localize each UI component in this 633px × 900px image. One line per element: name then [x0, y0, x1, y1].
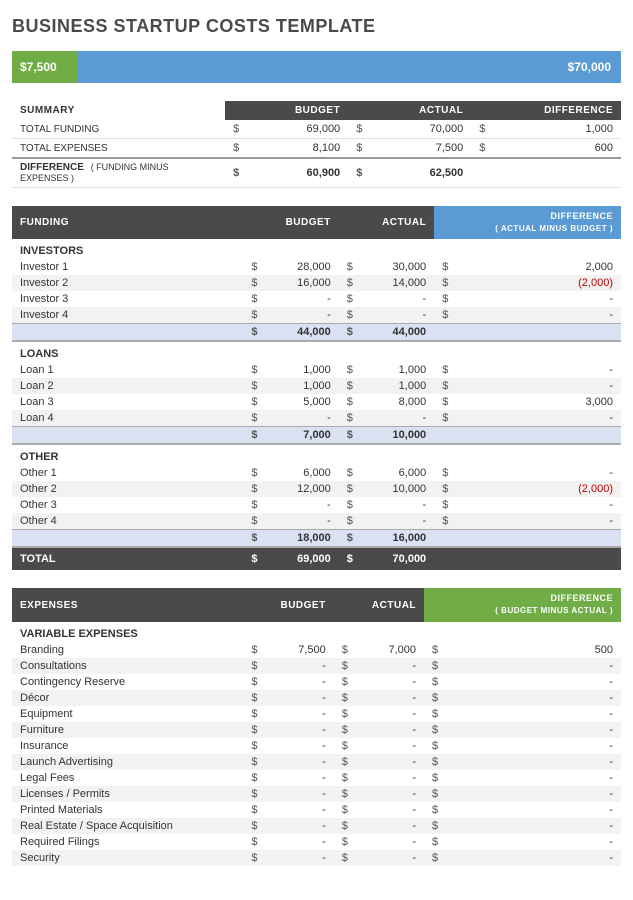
summary-budget-col: BUDGET	[225, 101, 348, 120]
table-row: Other 2 $ 12,000 $ 10,000 $ (2,000)	[12, 481, 621, 497]
table-row: Other 4 $ - $ - $ -	[12, 513, 621, 530]
funding-col-budget: BUDGET	[243, 206, 338, 239]
progress-bar-fill: $7,500	[12, 51, 77, 83]
table-row: Décor $ - $ - $ -	[12, 690, 621, 706]
expenses-col-actual: ACTUAL	[334, 588, 424, 621]
summary-section: SUMMARY BUDGET ACTUAL DIFFERENCE TOTAL F…	[12, 101, 621, 188]
table-row: Real Estate / Space Acquisition $ - $ - …	[12, 818, 621, 834]
expenses-actual: 7,500	[370, 139, 471, 159]
subtotal-row: $ 18,000 $ 16,000	[12, 530, 621, 548]
summary-header: SUMMARY	[20, 105, 75, 116]
summary-actual-col: ACTUAL	[348, 101, 471, 120]
expenses-budget: 8,100	[247, 139, 348, 159]
funding-col-label: FUNDING	[12, 206, 243, 239]
table-row: Investor 2 $ 16,000 $ 14,000 $ (2,000)	[12, 275, 621, 291]
table-row: Other 3 $ - $ - $ -	[12, 497, 621, 513]
summary-row-funding: TOTAL FUNDING $ 69,000 $ 70,000 $ 1,000	[12, 120, 621, 139]
funding-actual: 70,000	[370, 120, 471, 139]
funding-col-diff: DIFFERENCE ( ACTUAL MINUS BUDGET )	[434, 206, 621, 239]
table-row: Equipment $ - $ - $ -	[12, 706, 621, 722]
summary-difference-row: DIFFERENCE ( FUNDING MINUS EXPENSES ) $ …	[12, 158, 621, 188]
diff-budget: 60,900	[247, 158, 348, 188]
diff-actual: 62,500	[370, 158, 471, 188]
funding-label: TOTAL FUNDING	[12, 120, 225, 139]
table-row: Branding $ 7,500 $ 7,000 $ 500	[12, 642, 621, 658]
diff-label: DIFFERENCE	[20, 162, 84, 173]
funding-budget: 69,000	[247, 120, 348, 139]
table-row: Insurance $ - $ - $ -	[12, 738, 621, 754]
table-row: Furniture $ - $ - $ -	[12, 722, 621, 738]
table-row: Loan 2 $ 1,000 $ 1,000 $ -	[12, 378, 621, 394]
table-row: Legal Fees $ - $ - $ -	[12, 770, 621, 786]
funding-col-actual: ACTUAL	[339, 206, 434, 239]
summary-row-expenses: TOTAL EXPENSES $ 8,100 $ 7,500 $ 600	[12, 139, 621, 159]
expenses-col-diff: DIFFERENCE ( BUDGET MINUS ACTUAL )	[424, 588, 621, 621]
funding-table: FUNDING BUDGET ACTUAL DIFFERENCE ( ACTUA…	[12, 206, 621, 570]
table-row: Contingency Reserve $ - $ - $ -	[12, 674, 621, 690]
expenses-table: EXPENSES BUDGET ACTUAL DIFFERENCE ( BUDG…	[12, 588, 621, 865]
progress-actual-label: $7,500	[20, 60, 57, 74]
expenses-col-label: EXPENSES	[12, 588, 243, 621]
table-row: Investor 1 $ 28,000 $ 30,000 $ 2,000	[12, 259, 621, 275]
table-row: Loan 3 $ 5,000 $ 8,000 $ 3,000	[12, 394, 621, 410]
subtotal-row: $ 7,000 $ 10,000	[12, 427, 621, 445]
table-row: Printed Materials $ - $ - $ -	[12, 802, 621, 818]
table-row: Loan 4 $ - $ - $ -	[12, 410, 621, 427]
table-row: Security $ - $ - $ -	[12, 850, 621, 866]
subtotal-row: $ 44,000 $ 44,000	[12, 324, 621, 342]
page-title: BUSINESS STARTUP COSTS TEMPLATE	[12, 16, 621, 37]
funding-total-row: TOTAL $ 69,000 $ 70,000	[12, 547, 621, 570]
table-row: Consultations $ - $ - $ -	[12, 658, 621, 674]
funding-diff: 1,000	[493, 120, 621, 139]
progress-total-label: $70,000	[568, 60, 611, 74]
expenses-section-header: VARIABLE EXPENSES	[12, 622, 621, 642]
summary-table: SUMMARY BUDGET ACTUAL DIFFERENCE TOTAL F…	[12, 101, 621, 188]
funding-section-header: OTHER	[12, 444, 621, 465]
progress-bar-container: $7,500 $70,000	[12, 51, 621, 83]
table-row: Required Filings $ - $ - $ -	[12, 834, 621, 850]
funding-section-header: LOANS	[12, 341, 621, 362]
table-row: Licenses / Permits $ - $ - $ -	[12, 786, 621, 802]
table-row: Investor 4 $ - $ - $ -	[12, 307, 621, 324]
expenses-col-budget: BUDGET	[243, 588, 333, 621]
expenses-diff: 600	[493, 139, 621, 159]
table-row: Loan 1 $ 1,000 $ 1,000 $ -	[12, 362, 621, 378]
table-row: Investor 3 $ - $ - $ -	[12, 291, 621, 307]
expenses-label: TOTAL EXPENSES	[12, 139, 225, 159]
table-row: Launch Advertising $ - $ - $ -	[12, 754, 621, 770]
table-row: Other 1 $ 6,000 $ 6,000 $ -	[12, 465, 621, 481]
funding-section-header: INVESTORS	[12, 239, 621, 259]
summary-diff-col: DIFFERENCE	[471, 101, 621, 120]
